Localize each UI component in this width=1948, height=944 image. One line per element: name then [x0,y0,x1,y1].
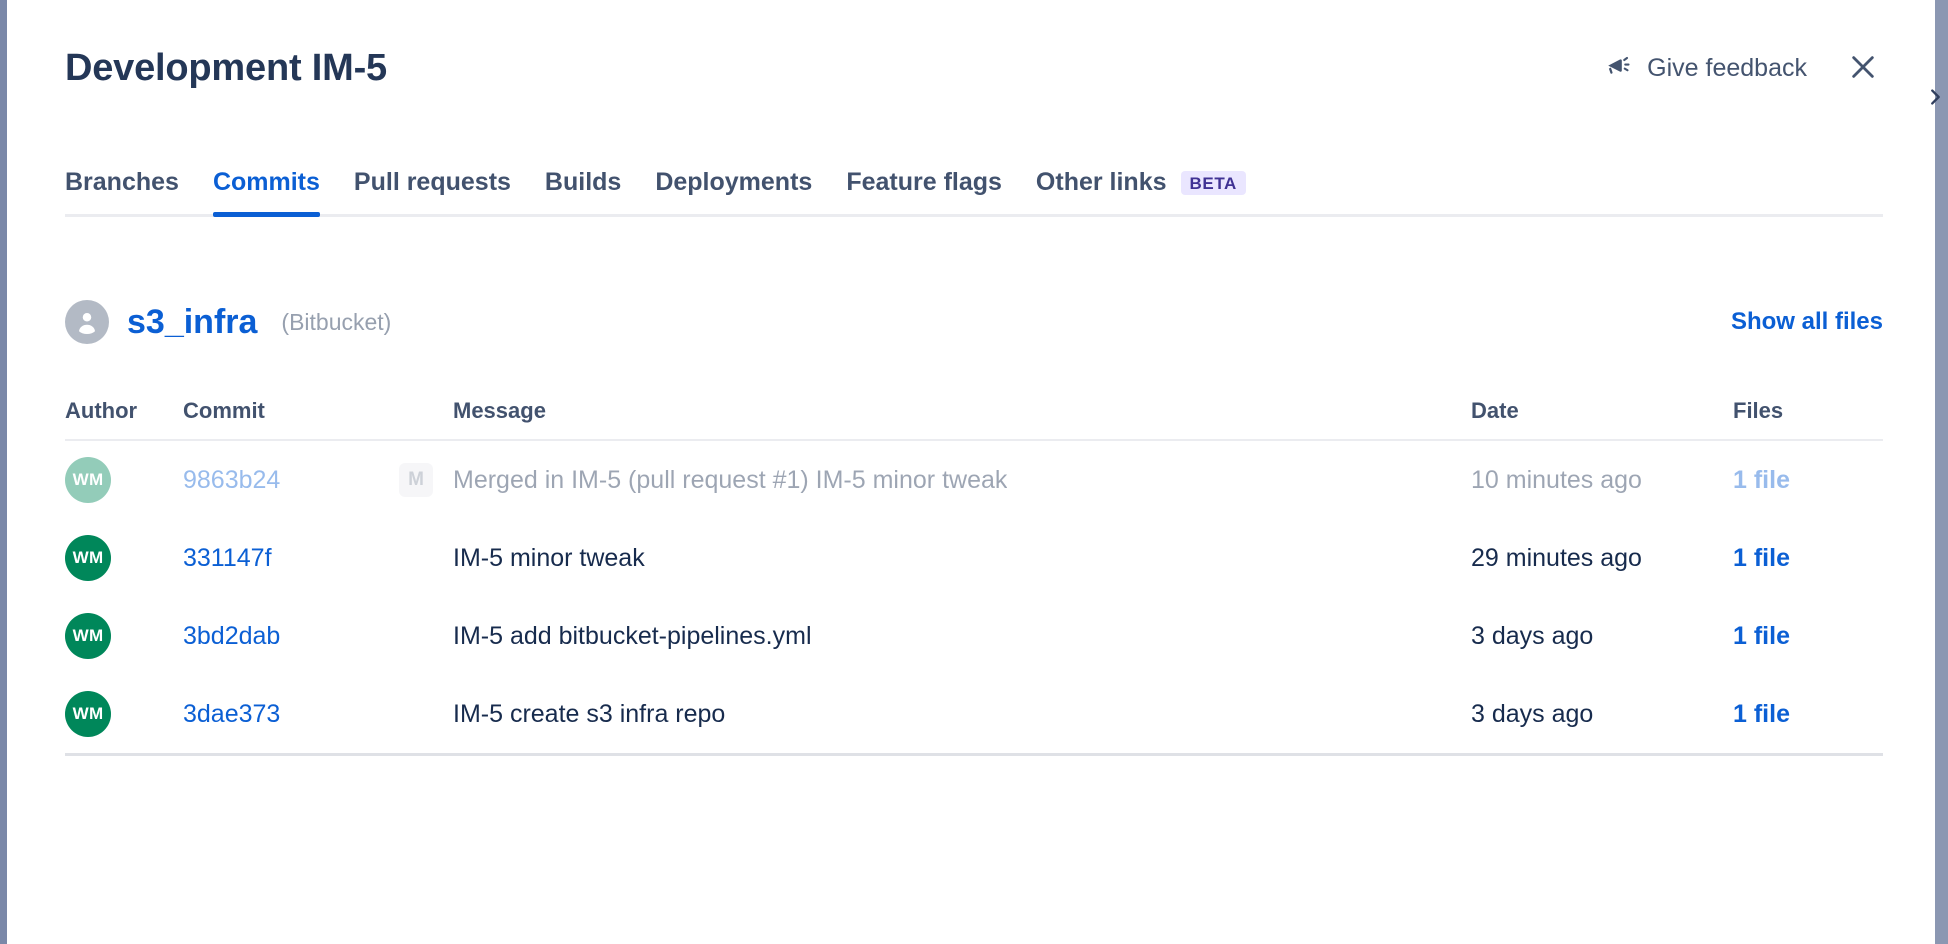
tab-label: Branches [65,168,179,197]
tab-label: Commits [213,168,320,197]
commit-hash-cell: 331147f [183,544,453,573]
repository-header: s3_infra (Bitbucket) Show all files [65,300,1883,344]
column-header-date: Date [1471,398,1733,424]
commit-date-cell: 3 days ago [1471,700,1733,729]
close-button[interactable] [1843,48,1883,88]
commit-files-link[interactable]: 1 file [1733,544,1790,572]
commit-author: WM [65,457,183,503]
close-icon [1847,51,1879,86]
development-panel-screen: Development IM-5 Give feedback [0,0,1948,944]
tab-bar: Branches Commits Pull requests Builds De… [65,168,1883,217]
dialog-header: Development IM-5 Give feedback [7,0,1935,125]
commit-files-cell: 1 file [1733,622,1883,651]
chevron-right-icon [1924,84,1946,110]
commit-date: 3 days ago [1471,622,1593,650]
commit-message: IM-5 create s3 infra repo [453,700,725,729]
repository-name-link[interactable]: s3_infra [127,303,257,342]
commit-files-link[interactable]: 1 file [1733,700,1790,728]
tab-other-links[interactable]: Other links BETA [1019,168,1263,214]
commit-date: 29 minutes ago [1471,544,1642,572]
commits-table: Author Commit Message Date Files WM 9863… [65,398,1883,756]
give-feedback-label: Give feedback [1647,54,1807,83]
commit-files-cell: 1 file [1733,700,1883,729]
commit-author: WM [65,535,183,581]
right-page-rail [1935,0,1948,944]
tab-branches[interactable]: Branches [65,168,196,214]
commit-message-cell: IM-5 add bitbucket-pipelines.yml [453,622,1471,651]
commit-date: 3 days ago [1471,700,1593,728]
avatar: WM [65,535,111,581]
column-header-author: Author [65,398,183,424]
commit-date-cell: 10 minutes ago [1471,466,1733,495]
table-body: WM 9863b24 M Merged in IM-5 (pull reques… [65,441,1883,756]
commit-message-cell: IM-5 minor tweak [453,544,1471,573]
commit-message: IM-5 minor tweak [453,544,645,573]
tabs: Branches Commits Pull requests Builds De… [65,168,1883,217]
tab-feature-flags[interactable]: Feature flags [829,168,1019,214]
table-row[interactable]: WM 331147f IM-5 minor tweak 29 minutes a… [65,519,1883,597]
commit-files-cell: 1 file [1733,544,1883,573]
column-header-message: Message [453,398,1471,424]
tab-label: Other links [1036,168,1167,197]
commit-hash-link[interactable]: 3bd2dab [183,622,280,650]
commit-date-cell: 29 minutes ago [1471,544,1733,573]
commit-hash-link[interactable]: 3dae373 [183,700,280,728]
commit-files-link[interactable]: 1 file [1733,622,1790,650]
beta-badge: BETA [1181,171,1246,195]
commit-date: 10 minutes ago [1471,466,1642,494]
commit-hash-link[interactable]: 331147f [183,544,272,572]
table-row[interactable]: WM 9863b24 M Merged in IM-5 (pull reques… [65,441,1883,519]
expand-panel-button[interactable] [1922,80,1948,114]
person-icon [65,300,109,344]
commit-files-link[interactable]: 1 file [1733,466,1790,494]
column-header-files: Files [1733,398,1883,424]
header-actions: Give feedback [1601,48,1883,88]
tab-label: Builds [545,168,621,197]
commit-message: IM-5 add bitbucket-pipelines.yml [453,622,812,651]
tab-label: Pull requests [354,168,511,197]
tab-deployments[interactable]: Deployments [638,168,829,214]
commit-files-cell: 1 file [1733,466,1883,495]
commit-author: WM [65,691,183,737]
commit-hash-cell: 3bd2dab [183,622,453,651]
repository-identity: s3_infra (Bitbucket) [65,300,391,344]
merge-commit-badge: M [399,463,433,497]
table-header-row: Author Commit Message Date Files [65,398,1883,441]
tab-builds[interactable]: Builds [528,168,638,214]
commit-hash-cell: 3dae373 [183,700,453,729]
page-title: Development IM-5 [65,46,387,92]
commit-message-cell: IM-5 create s3 infra repo [453,700,1471,729]
show-all-files-link[interactable]: Show all files [1731,308,1883,336]
avatar: WM [65,457,111,503]
avatar: WM [65,613,111,659]
left-page-rail [0,0,7,944]
commit-author: WM [65,613,183,659]
development-dialog: Development IM-5 Give feedback [7,0,1935,944]
repository-source: (Bitbucket) [281,309,391,336]
megaphone-icon [1603,53,1633,83]
tab-commits[interactable]: Commits [196,168,337,214]
tab-pull-requests[interactable]: Pull requests [337,168,528,214]
table-row[interactable]: WM 3dae373 IM-5 create s3 infra repo 3 d… [65,675,1883,753]
commit-message: Merged in IM-5 (pull request #1) IM-5 mi… [453,466,1007,495]
commit-message-cell: M Merged in IM-5 (pull request #1) IM-5 … [453,463,1471,497]
avatar: WM [65,691,111,737]
table-row[interactable]: WM 3bd2dab IM-5 add bitbucket-pipelines.… [65,597,1883,675]
commit-date-cell: 3 days ago [1471,622,1733,651]
commit-hash-link[interactable]: 9863b24 [183,466,280,494]
tab-label: Feature flags [846,168,1002,197]
column-header-commit: Commit [183,398,453,424]
give-feedback-button[interactable]: Give feedback [1601,49,1809,87]
tab-label: Deployments [655,168,812,197]
